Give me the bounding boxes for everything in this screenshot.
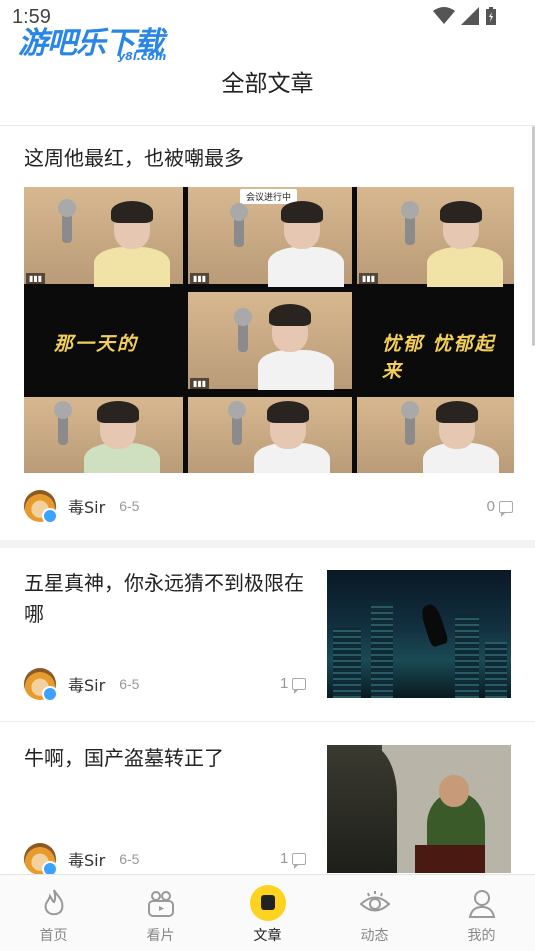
article-card[interactable]: 这周他最红，也被嘲最多 ▮▮▮ 会议进行中 ▮▮▮ ▮▮▮ 那一天的 ▮▮▮ 忧… (0, 126, 535, 548)
wifi-icon (433, 7, 455, 24)
lyric-left: 那一天的 (54, 333, 139, 355)
author-name[interactable]: 毒Sir (68, 847, 105, 871)
author-avatar[interactable] (24, 668, 58, 702)
page-header: 全部文章 (0, 36, 535, 126)
comment-count-value: 0 (486, 498, 495, 515)
comment-count-value: 1 (280, 850, 289, 867)
article-card[interactable]: 五星真神，你永远猜不到极限在哪 毒Sir 6-5 1 (0, 548, 535, 722)
author-avatar[interactable] (24, 843, 58, 874)
lyric-right: 忧郁 忧郁起来 (382, 333, 496, 382)
video-tile (24, 397, 183, 473)
user-icon (468, 890, 495, 918)
tab-label: 我的 (467, 928, 496, 944)
tab-label: 看片 (146, 928, 175, 944)
article-meta: 毒Sir 6-5 (24, 668, 140, 702)
video-icon (147, 891, 174, 917)
article-meta: 毒Sir 6-5 (24, 843, 139, 874)
article-date: 6-5 (119, 498, 140, 514)
comment-count-value: 1 (280, 675, 289, 692)
comment-icon (292, 852, 307, 869)
author-name[interactable]: 毒Sir (68, 494, 105, 518)
video-tile: ▮▮▮ (188, 292, 352, 390)
article-thumbnail[interactable] (327, 745, 511, 873)
meeting-tag: 会议进行中 (240, 189, 298, 204)
article-date: 6-5 (119, 676, 140, 692)
comment-count[interactable]: 1 (280, 675, 307, 694)
article-thumbnail[interactable] (327, 570, 511, 698)
tab-activity[interactable]: 动态 (321, 875, 428, 951)
article-feed[interactable]: 这周他最红，也被嘲最多 ▮▮▮ 会议进行中 ▮▮▮ ▮▮▮ 那一天的 ▮▮▮ 忧… (0, 126, 535, 874)
battery-icon (486, 7, 496, 25)
article-date: 6-5 (119, 851, 140, 867)
tab-profile[interactable]: 我的 (428, 875, 535, 951)
tab-label: 动态 (360, 928, 389, 944)
status-icons (433, 6, 497, 26)
comment-count[interactable]: 1 (280, 850, 307, 869)
article-title[interactable]: 这周他最红，也被嘲最多 (24, 142, 244, 171)
eye-icon (359, 891, 390, 912)
author-avatar[interactable] (24, 490, 58, 524)
tab-articles[interactable]: 文章 (214, 875, 321, 951)
article-meta: 毒Sir 6-5 (24, 490, 140, 524)
video-tile: ▮▮▮ (357, 187, 514, 287)
page-title: 全部文章 (221, 71, 314, 97)
article-icon (249, 885, 286, 921)
article-title[interactable]: 五星真神，你永远猜不到极限在哪 (24, 568, 304, 630)
video-tile (357, 397, 514, 473)
comment-icon (292, 677, 307, 694)
tab-home[interactable]: 首页 (0, 875, 107, 951)
article-cover-image[interactable]: ▮▮▮ 会议进行中 ▮▮▮ ▮▮▮ 那一天的 ▮▮▮ 忧郁 忧郁起来 (24, 187, 514, 473)
video-tile: 会议进行中 ▮▮▮ (188, 187, 352, 287)
article-card[interactable]: 牛啊，国产盗墓转正了 毒Sir 6-5 1 (0, 723, 535, 874)
comment-count[interactable]: 0 (486, 498, 513, 517)
comment-icon (499, 500, 513, 517)
tab-label: 首页 (39, 928, 68, 944)
video-tile: ▮▮▮ (24, 187, 183, 287)
article-title[interactable]: 牛啊，国产盗墓转正了 (24, 743, 304, 774)
tab-videos[interactable]: 看片 (107, 875, 214, 951)
bottom-tab-bar: 首页 看片 文章 动态 我的 (0, 874, 535, 951)
tab-label: 文章 (253, 928, 282, 944)
signal-icon (461, 7, 479, 25)
author-name[interactable]: 毒Sir (68, 672, 105, 696)
flame-icon (44, 889, 63, 916)
video-tile (188, 397, 352, 473)
